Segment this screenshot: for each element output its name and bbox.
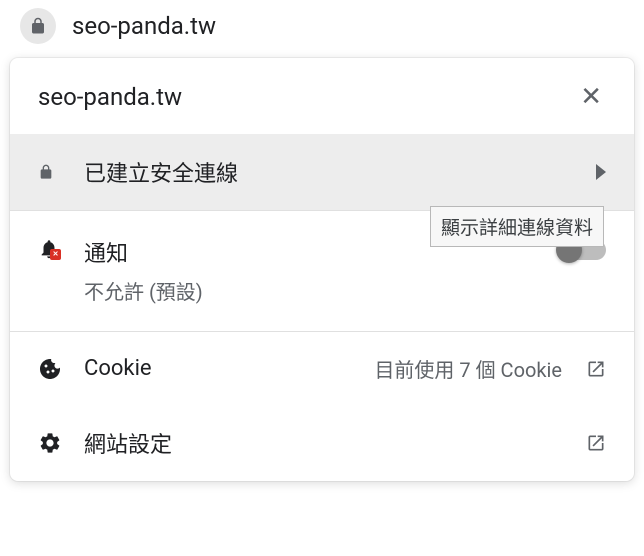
connection-row[interactable]: 已建立安全連線 顯示詳細連線資料 bbox=[10, 134, 634, 210]
address-bar: seo-panda.tw bbox=[0, 0, 644, 52]
close-icon[interactable]: ✕ bbox=[576, 80, 606, 114]
popup-title: seo-panda.tw bbox=[38, 83, 182, 111]
site-settings-label: 網站設定 bbox=[84, 427, 586, 459]
lock-icon bbox=[29, 16, 47, 36]
address-lock-button[interactable] bbox=[20, 8, 56, 44]
external-link-icon bbox=[586, 433, 606, 453]
popup-header: seo-panda.tw ✕ bbox=[10, 58, 634, 134]
url-text[interactable]: seo-panda.tw bbox=[72, 12, 216, 40]
cookie-icon-wrap bbox=[38, 357, 84, 381]
blocked-badge-icon bbox=[50, 249, 61, 260]
site-settings-row[interactable]: 網站設定 bbox=[10, 405, 634, 481]
cookie-icon bbox=[38, 357, 62, 381]
cookie-label: Cookie bbox=[84, 356, 374, 381]
lock-icon bbox=[38, 163, 54, 181]
bell-icon-wrap bbox=[38, 236, 84, 260]
chevron-right-icon bbox=[596, 164, 606, 180]
gear-icon bbox=[38, 431, 62, 455]
connection-tooltip: 顯示詳細連線資料 bbox=[430, 206, 604, 247]
external-link-icon bbox=[586, 359, 606, 379]
connection-icon-wrap bbox=[38, 163, 84, 181]
site-info-popup: seo-panda.tw ✕ 已建立安全連線 顯示詳細連線資料 通知 不允許 (… bbox=[10, 58, 634, 481]
notifications-status: 不允許 (預設) bbox=[84, 276, 558, 305]
gear-icon-wrap bbox=[38, 431, 84, 455]
cookie-detail: 目前使用 7 個 Cookie bbox=[374, 354, 562, 383]
cookie-row[interactable]: Cookie 目前使用 7 個 Cookie bbox=[10, 332, 634, 405]
connection-label: 已建立安全連線 bbox=[84, 156, 596, 188]
